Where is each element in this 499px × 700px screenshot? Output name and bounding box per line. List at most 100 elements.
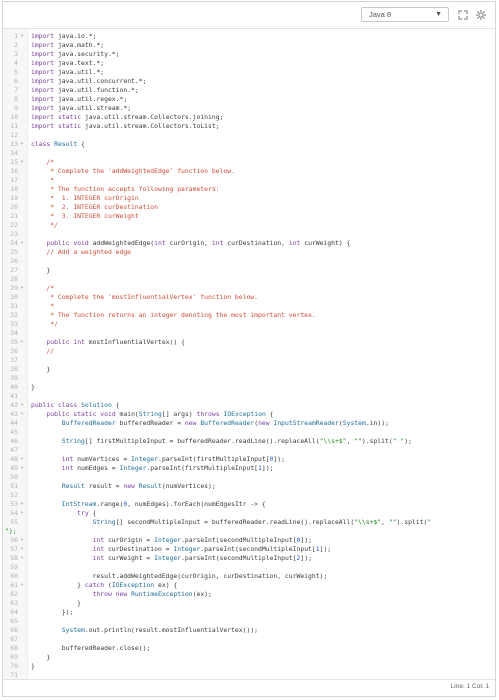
code-line[interactable]: 24 ▾ public void addWeightedEdge(int curO… [3,239,495,248]
code-line[interactable]: 12 [3,131,495,140]
code-line[interactable]: 65 [3,617,495,626]
code-line[interactable]: 23 [3,230,495,239]
fold-arrow-icon[interactable]: ▾ [19,509,25,518]
code-line[interactable]: 29 ▾ /* [3,284,495,293]
code-line[interactable]: 69 } [3,653,495,662]
code-line[interactable]: 35 ▾ public int mostInfluentialVertex() { [3,338,495,347]
code-line[interactable]: 47 [3,446,495,455]
code-line[interactable]: 52 [3,491,495,500]
code-line[interactable]: 1 ▾ import java.io.*; [3,32,495,41]
line-number: 45 [10,428,18,436]
code-line[interactable]: 6 import java.util.concurrent.*; [3,77,495,86]
code-text: public void addWeightedEdge(int curOrigi… [46,239,351,247]
code-line[interactable]: 67 [3,635,495,644]
fold-arrow-icon[interactable]: ▾ [19,581,25,590]
code-line[interactable]: 44 BufferedReader bufferedReader = new B… [3,419,495,428]
fold-arrow-icon[interactable]: ▾ [19,410,25,419]
code-line[interactable]: 46 String[] firstMultipleInput = buffere… [3,437,495,446]
code-text: result.addWeightedEdge(curOrigin, curDes… [31,572,328,580]
code-line[interactable]: 55 String[] secondMultipleInput = buffer… [3,518,495,527]
code-line[interactable]: 43 ▾ public static void main(String[] arg… [3,410,495,419]
fold-arrow-icon[interactable]: ▾ [19,464,25,473]
code-line[interactable]: 2 import java.math.*; [3,41,495,50]
code-line[interactable]: 45 [3,428,495,437]
fold-arrow-icon[interactable]: ▾ [19,338,25,347]
language-select[interactable]: Java 8 ▼ [361,7,449,22]
code-line[interactable]: 30 * Complete the 'mostInfluentialVertex… [3,293,495,302]
code-line[interactable]: 19 * 1. INTEGER curOrigin [3,194,495,203]
code-line[interactable]: 9 import java.util.stream.*; [3,104,495,113]
code-line[interactable]: 56 ▾ int curOrigin = Integer.parseInt(sec… [3,536,495,545]
code-line[interactable]: 4 import java.text.*; [3,59,495,68]
code-line[interactable]: 32 * The function returns an integer den… [3,311,495,320]
fold-arrow-icon[interactable]: ▾ [19,32,25,41]
code-line[interactable]: 42 ▾ public class Solution { [3,401,495,410]
fold-arrow-icon[interactable]: ▾ [19,140,25,149]
code-line[interactable]: 48 ▾ int numVertices = Integer.parseInt(f… [3,455,495,464]
code-line[interactable]: 54 ▾ try { [3,509,495,518]
code-line[interactable]: 14 [3,149,495,158]
fold-arrow-icon[interactable]: ▾ [19,455,25,464]
fold-arrow-icon[interactable]: ▾ [19,500,25,509]
fold-arrow-icon[interactable]: ▾ [19,401,25,410]
line-number: 13 [10,140,18,148]
code-line[interactable]: 26 [3,257,495,266]
fold-arrow-icon[interactable]: ▾ [19,284,25,293]
code-line[interactable]: 51 Result result = new Result(numVertice… [3,482,495,491]
code-line[interactable]: 49 ▾ int numEdges = Integer.parseInt(firs… [3,464,495,473]
code-line[interactable]: 27 } [3,266,495,275]
code-line[interactable]: 15 ▾ /* [3,158,495,167]
code-line[interactable]: 33 */ [3,320,495,329]
code-line[interactable]: 41 [3,392,495,401]
code-line[interactable]: 18 * The function accepts following para… [3,185,495,194]
code-line[interactable]: 61 ▾ } catch (IOException ex) { [3,581,495,590]
code-line[interactable]: 40} [3,383,495,392]
code-lines[interactable]: 1 ▾ import java.io.*; 2 import java.math.*; 3… [3,29,495,681]
code-line[interactable]: 31 * [3,302,495,311]
code-area[interactable]: 1 ▾ import java.io.*; 2 import java.math.*; 3… [3,29,495,681]
code-line[interactable]: "); [3,527,495,536]
code-line[interactable]: 57 ▾ int curDestination = Integer.parseIn… [3,545,495,554]
code-line[interactable]: 20 * 2. INTEGER curDestination [3,203,495,212]
code-line[interactable]: 10 import static java.util.stream.Collect… [3,113,495,122]
code-line[interactable]: 58 ▾ int curWeight = Integer.parseInt(sec… [3,554,495,563]
code-line[interactable]: 63 } [3,599,495,608]
code-line[interactable]: 66 System.out.println(result.mostInfluen… [3,626,495,635]
code-text: "); [5,527,17,535]
code-line[interactable]: 36 // [3,347,495,356]
code-line[interactable]: 21 * 3. INTEGER curWeight [3,212,495,221]
code-line[interactable]: 53 ▾ IntStream.range(0, numEdges).forEach… [3,500,495,509]
code-line[interactable]: 64 }); [3,608,495,617]
code-line[interactable]: 39 [3,374,495,383]
code-line[interactable]: 70} [3,662,495,671]
code-line[interactable]: 16 * Complete the 'addWeightedEdge' func… [3,167,495,176]
code-line[interactable]: 50 [3,473,495,482]
expand-icon[interactable] [457,8,469,20]
line-number: 43 [10,410,18,418]
code-line[interactable]: 5 import java.util.*; [3,68,495,77]
code-line[interactable]: 34 [3,329,495,338]
fold-arrow-icon[interactable]: ▾ [19,158,25,167]
code-line[interactable]: 17 * [3,176,495,185]
settings-icon[interactable] [475,8,487,20]
code-line[interactable]: 62 throw new RuntimeException(ex); [3,590,495,599]
code-line[interactable]: 37 [3,356,495,365]
code-line[interactable]: 25 // Add a weighted edge [3,248,495,257]
code-line[interactable]: 13 ▾ class Result { [3,140,495,149]
fold-arrow-icon[interactable]: ▾ [19,239,25,248]
code-line[interactable]: 22 */ [3,221,495,230]
code-text: }); [31,608,74,616]
code-line[interactable]: 7 import java.util.function.*; [3,86,495,95]
code-line[interactable]: 3 import java.security.*; [3,50,495,59]
code-line[interactable]: 28 [3,275,495,284]
code-line[interactable]: 59 [3,563,495,572]
code-text: System.out.println(result.mostInfluentia… [61,626,259,634]
code-line[interactable]: 60 result.addWeightedEdge(curOrigin, cur… [3,572,495,581]
fold-arrow-icon[interactable]: ▾ [19,536,25,545]
code-line[interactable]: 8 import java.util.regex.*; [3,95,495,104]
code-line[interactable]: 68 bufferedReader.close(); [3,644,495,653]
fold-arrow-icon[interactable]: ▾ [19,554,25,563]
fold-arrow-icon[interactable]: ▾ [19,545,25,554]
code-line[interactable]: 11 import static java.util.stream.Collect… [3,122,495,131]
code-line[interactable]: 38 } [3,365,495,374]
